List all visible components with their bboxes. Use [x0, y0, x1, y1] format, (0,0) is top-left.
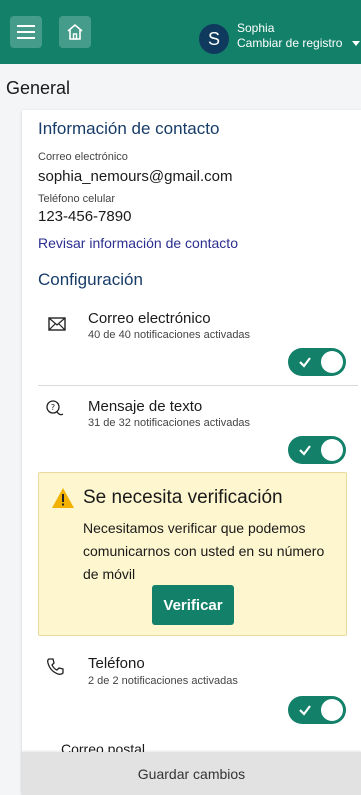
divider — [38, 385, 358, 386]
email-notif-title: Correo electrónico — [88, 310, 211, 327]
switch-record-link[interactable]: Cambiar de registro — [237, 36, 342, 50]
chat-bubbles-icon: ? — [45, 399, 65, 419]
home-icon — [67, 23, 83, 40]
phone-icon — [45, 657, 65, 677]
review-contact-link[interactable]: Revisar información de contacto — [38, 235, 238, 251]
app-header: S Sophia Cambiar de registro — [0, 0, 361, 64]
email-notif-subtitle: 40 de 40 notificaciones activadas — [88, 329, 251, 341]
menu-button[interactable] — [10, 16, 42, 48]
verify-button[interactable]: Verificar — [152, 585, 234, 625]
toggle-knob — [321, 439, 343, 461]
warning-icon — [52, 488, 74, 508]
phone-toggle[interactable] — [288, 696, 346, 724]
check-icon — [299, 357, 311, 368]
phone-notif-title: Teléfono — [88, 655, 145, 672]
envelope-icon — [47, 314, 67, 334]
email-label: Correo electrónico — [38, 151, 128, 163]
toggle-knob — [321, 351, 343, 373]
text-notif-subtitle: 31 de 32 notificaciones activadas — [88, 417, 251, 429]
svg-text:?: ? — [51, 403, 55, 412]
toggle-knob — [321, 699, 343, 721]
avatar[interactable]: S — [199, 24, 229, 54]
user-name[interactable]: Sophia — [237, 21, 274, 35]
hamburger-icon — [17, 25, 35, 39]
contact-title: Información de contacto — [38, 119, 220, 138]
home-button[interactable] — [59, 16, 91, 48]
phone-label: Teléfono celular — [38, 193, 116, 205]
text-toggle[interactable] — [288, 436, 346, 464]
config-title: Configuración — [38, 270, 143, 289]
check-icon — [299, 445, 311, 456]
alert-title: Se necesita verificación — [83, 487, 283, 508]
phone-notif-subtitle: 2 de 2 notificaciones activadas — [88, 675, 238, 687]
phone-value: 123-456-7890 — [38, 208, 132, 225]
text-notif-title: Mensaje de texto — [88, 398, 203, 415]
check-icon — [299, 705, 311, 716]
chevron-down-icon[interactable] — [352, 41, 360, 46]
page-title: General — [6, 78, 71, 98]
email-value: sophia_nemours@gmail.com — [38, 168, 233, 185]
save-button[interactable]: Guardar cambios — [22, 752, 361, 795]
alert-body: Necesitamos verificar que podemos comuni… — [83, 520, 325, 582]
email-toggle[interactable] — [288, 348, 346, 376]
verification-alert: Se necesita verificación Necesitamos ver… — [38, 472, 347, 636]
